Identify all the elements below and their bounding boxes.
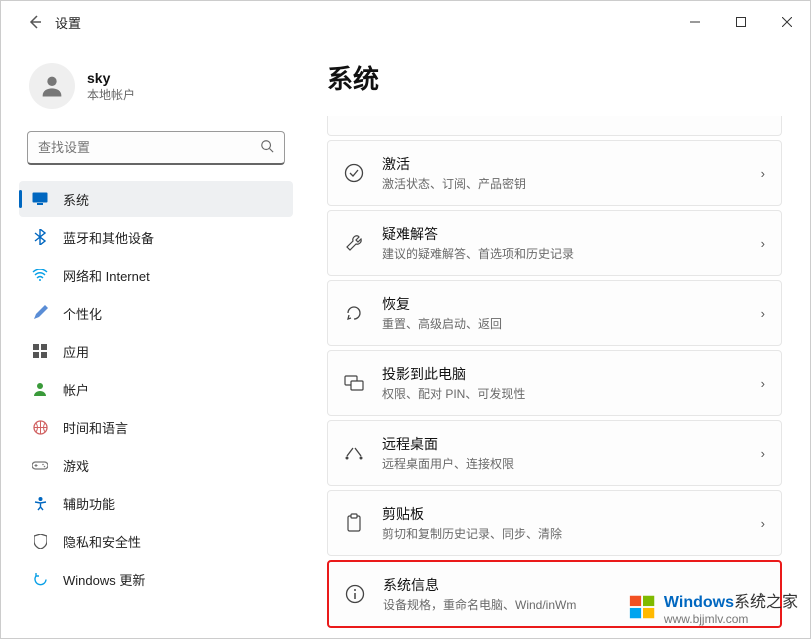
gamepad-icon — [31, 456, 49, 474]
chevron-right-icon: › — [760, 587, 764, 602]
globe-clock-icon — [31, 418, 49, 436]
sidebar-item-update[interactable]: Windows 更新 — [19, 561, 293, 597]
card-subtitle: 设备规格，重命名电脑、Wind/inWm — [383, 596, 744, 613]
card-subtitle: 建议的疑难解答、首选项和历史记录 — [382, 245, 745, 262]
sidebar-item-label: 游戏 — [63, 456, 89, 475]
page-title: 系统 — [327, 59, 782, 96]
window-controls — [672, 1, 810, 43]
chevron-right-icon: › — [761, 376, 765, 391]
card-clipboard[interactable]: 剪贴板 剪切和复制历史记录、同步、清除 › — [327, 490, 782, 556]
sidebar-item-label: 应用 — [63, 342, 89, 361]
card-subtitle: 权限、配对 PIN、可发现性 — [382, 385, 745, 402]
sidebar-item-accounts[interactable]: 帐户 — [19, 371, 293, 407]
sidebar-item-network[interactable]: 网络和 Internet — [19, 257, 293, 293]
close-button[interactable] — [764, 1, 810, 43]
sidebar-item-gaming[interactable]: 游戏 — [19, 447, 293, 483]
card-title: 投影到此电脑 — [382, 364, 745, 384]
titlebar: 设置 — [1, 1, 810, 43]
sidebar-item-label: 时间和语言 — [63, 418, 128, 437]
remote-icon — [342, 441, 366, 465]
sidebar-item-label: 蓝牙和其他设备 — [63, 228, 154, 247]
back-arrow-icon — [27, 14, 43, 30]
sidebar-item-label: 网络和 Internet — [63, 266, 150, 285]
back-button[interactable] — [21, 14, 49, 30]
sidebar-item-label: 个性化 — [63, 304, 102, 323]
search-icon — [260, 139, 274, 156]
chevron-right-icon: › — [761, 446, 765, 461]
sidebar-item-label: 辅助功能 — [63, 494, 115, 513]
app-title: 设置 — [55, 13, 81, 32]
wrench-icon — [342, 231, 366, 255]
shield-icon — [31, 532, 49, 550]
sidebar-item-accessibility[interactable]: 辅助功能 — [19, 485, 293, 521]
card-title: 疑难解答 — [382, 224, 745, 244]
card-list: 激活 激活状态、订阅、产品密钥 › 疑难解答 建议的疑难解答、首选项和历史记录 … — [327, 116, 782, 628]
card-remote[interactable]: 远程桌面 远程桌面用户、连接权限 › — [327, 420, 782, 486]
chevron-right-icon: › — [761, 306, 765, 321]
card-title: 系统信息 — [383, 575, 744, 595]
search-box[interactable] — [27, 131, 285, 165]
nav-list: 系统 蓝牙和其他设备 网络和 Internet 个性化 应用 帐户 — [19, 181, 293, 597]
accessibility-icon — [31, 494, 49, 512]
sidebar-item-system[interactable]: 系统 — [19, 181, 293, 217]
sidebar: sky 本地帐户 系统 蓝牙和其他设备 网络和 Internet — [1, 43, 303, 638]
sidebar-item-apps[interactable]: 应用 — [19, 333, 293, 369]
chevron-right-icon: › — [761, 516, 765, 531]
sidebar-item-label: 帐户 — [63, 380, 89, 399]
project-icon — [342, 371, 366, 395]
recovery-icon — [342, 301, 366, 325]
account-icon — [31, 380, 49, 398]
sidebar-item-time[interactable]: 时间和语言 — [19, 409, 293, 445]
minimize-button[interactable] — [672, 1, 718, 43]
sidebar-item-bluetooth[interactable]: 蓝牙和其他设备 — [19, 219, 293, 255]
sidebar-item-label: 隐私和安全性 — [63, 532, 141, 551]
update-icon — [31, 570, 49, 588]
profile-name: sky — [87, 70, 135, 86]
sidebar-item-label: Windows 更新 — [63, 570, 145, 589]
card-title: 恢复 — [382, 294, 745, 314]
check-circle-icon — [342, 161, 366, 185]
card-title: 远程桌面 — [382, 434, 745, 454]
wifi-icon — [31, 266, 49, 284]
main-panel: 系统 激活 激活状态、订阅、产品密钥 › 疑难解答 建议的疑难解答、首选项和历史… — [303, 43, 810, 638]
search-input[interactable] — [38, 140, 260, 155]
sidebar-item-privacy[interactable]: 隐私和安全性 — [19, 523, 293, 559]
card-activation[interactable]: 激活 激活状态、订阅、产品密钥 › — [327, 140, 782, 206]
apps-icon — [31, 342, 49, 360]
card-project[interactable]: 投影到此电脑 权限、配对 PIN、可发现性 › — [327, 350, 782, 416]
chevron-right-icon: › — [761, 166, 765, 181]
card-troubleshoot[interactable]: 疑难解答 建议的疑难解答、首选项和历史记录 › — [327, 210, 782, 276]
brush-icon — [31, 304, 49, 322]
maximize-button[interactable] — [718, 1, 764, 43]
card-subtitle: 剪切和复制历史记录、同步、清除 — [382, 525, 745, 542]
person-icon — [38, 72, 66, 100]
bluetooth-icon — [31, 228, 49, 246]
chevron-right-icon: › — [761, 236, 765, 251]
card-about[interactable]: 系统信息 设备规格，重命名电脑、Wind/inWm › — [327, 560, 782, 628]
card-subtitle: 远程桌面用户、连接权限 — [382, 455, 745, 472]
card-subtitle: 重置、高级启动、返回 — [382, 315, 745, 332]
avatar — [29, 63, 75, 109]
profile-block[interactable]: sky 本地帐户 — [19, 57, 293, 127]
card-recovery[interactable]: 恢复 重置、高级启动、返回 › — [327, 280, 782, 346]
card-title: 激活 — [382, 154, 745, 174]
profile-subtitle: 本地帐户 — [87, 86, 135, 103]
clipboard-icon — [342, 511, 366, 535]
card-previous-cut[interactable] — [327, 116, 782, 136]
system-icon — [31, 190, 49, 208]
card-subtitle: 激活状态、订阅、产品密钥 — [382, 175, 745, 192]
card-title: 剪贴板 — [382, 504, 745, 524]
info-icon — [343, 582, 367, 606]
sidebar-item-label: 系统 — [63, 190, 89, 209]
sidebar-item-personalization[interactable]: 个性化 — [19, 295, 293, 331]
